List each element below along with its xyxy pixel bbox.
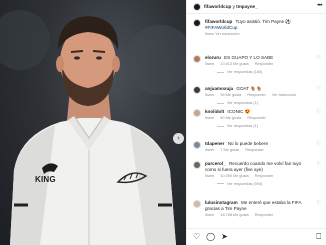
comment-age: 5sem [205, 93, 215, 98]
comment-item: anjuamoxuja GOAT 🐐🐐 5sem 39 Me gusta Res… [193, 86, 321, 105]
share-icon[interactable]: ➤ [221, 233, 228, 241]
comment-avatar[interactable] [193, 161, 201, 169]
comment-text: ES GUAPO Y LO SABE [224, 55, 274, 60]
comment-item: lulusinstagram Me enteré que estaba la F… [193, 200, 321, 217]
comment-likes[interactable]: 80 Me gusta [220, 116, 241, 120]
caption-meta: 5sem Ver traducción [205, 31, 240, 36]
comment-avatar[interactable] [193, 109, 201, 117]
comment-item: parcerol_ Recuerdo cuando me volví fan t… [193, 161, 321, 186]
reply-link[interactable]: Responder [255, 62, 274, 66]
comment-age: 5sem [205, 116, 215, 121]
comment-text: No lo puede bebere [227, 141, 269, 146]
comment-likes[interactable]: 10.513 Me gusta [220, 62, 248, 66]
more-options-icon[interactable]: ••• [317, 3, 322, 9]
comment-likes[interactable]: 7 Me gusta [220, 148, 239, 152]
comment-age: 5sem [205, 212, 215, 217]
heart-icon[interactable]: ♡ [317, 87, 321, 92]
reply-link[interactable]: Responder [247, 116, 266, 120]
post-caption: fifaworldcup Tuyo asistió. Tim Payne ⚽ #… [193, 19, 321, 36]
view-replies-link[interactable]: Ver respuestas (1) [217, 124, 313, 128]
reply-link[interactable]: Responder [245, 148, 264, 152]
author-connector: y [232, 4, 235, 9]
view-replies-link[interactable]: Ver respuestas (1) [217, 101, 313, 105]
comment-item: tdapener No lo puede bebere 4sem 7 Me gu… [193, 141, 321, 152]
post-collaborator[interactable]: tmpayne_ [236, 4, 257, 9]
author-avatar[interactable] [193, 2, 201, 11]
comment-item: knolidolt ICONIC 😍 5sem 80 Me gusta Resp… [193, 109, 321, 128]
reply-link[interactable]: Responder [247, 93, 266, 97]
heart-icon[interactable]: ♡ [317, 162, 321, 167]
comment-user[interactable]: lulusinstagram [205, 200, 238, 205]
comment-user[interactable]: anjuamoxuja [205, 86, 233, 91]
comment-user[interactable]: knolidolt [205, 109, 224, 114]
shirt-brand-text: KING [35, 175, 56, 184]
comment-user[interactable]: parcerol_ [205, 161, 226, 166]
reply-link[interactable]: Responder [255, 174, 274, 178]
post-author-line: fifaworldcup y tmpayne_ [204, 4, 258, 9]
comment-meta: 5sem 80 Me gusta Responder [205, 116, 313, 120]
comment-item: eloruru ES GUAPO Y LO SABE 5sem 10.513 M… [193, 55, 321, 74]
post-author[interactable]: fifaworldcup [204, 4, 231, 9]
caption-hashtag[interactable]: #FIFAWorldCup [205, 25, 313, 31]
comment-text: GOAT 🐐🐐 [236, 86, 262, 91]
comment-meta: 5sem 39 Me gusta Responder Ver traducció… [205, 93, 313, 97]
caption-text: Tuyo asistió. Tim Payne ⚽ [235, 19, 292, 24]
comment-text: ICONIC 😍 [227, 109, 251, 114]
comment-meta: 4sem 7 Me gusta Responder [205, 148, 313, 152]
post-header: fifaworldcup y tmpayne_ ••• [187, 0, 326, 14]
comment-meta: 5sem 10.513 Me gusta Responder [205, 62, 313, 66]
comments-panel: fifaworldcup y tmpayne_ ••• fifaworldcup… [186, 0, 326, 245]
comment-likes[interactable]: 39 Me gusta [220, 93, 241, 97]
comment-age: 5sem [205, 62, 215, 67]
comment-user[interactable]: eloruru [205, 55, 221, 60]
comment-avatar[interactable] [193, 55, 201, 63]
comment-avatar[interactable] [193, 86, 201, 94]
comment-age: 5sem [205, 173, 215, 178]
heart-icon[interactable]: ♡ [317, 110, 321, 115]
view-replies-link[interactable]: Ver respuestas (180) [217, 70, 313, 74]
comment-meta: 5sem 18.768 Me gusta Responder [205, 213, 313, 217]
post-actions: ♡ ◯ ➤ ⎕ [187, 228, 326, 245]
heart-icon[interactable]: ♡ [317, 56, 321, 61]
player-illustration [0, 10, 186, 245]
reply-link[interactable]: Responder [255, 213, 274, 217]
comment-age: 4sem [205, 148, 215, 153]
post-photo: KING › [0, 0, 186, 245]
heart-icon[interactable]: ♡ [193, 233, 200, 241]
comment-likes[interactable]: 18.768 Me gusta [220, 213, 248, 217]
heart-icon[interactable]: ♡ [317, 201, 321, 206]
view-replies-link[interactable]: Ver respuestas (594) [217, 182, 313, 186]
caption-avatar[interactable] [193, 19, 201, 27]
comment-user[interactable]: tdapener [205, 141, 224, 146]
comment-icon[interactable]: ◯ [206, 233, 215, 241]
translate-link[interactable]: Ver traducción [272, 93, 296, 97]
comment-likes[interactable]: 10.090 Me gusta [220, 174, 248, 178]
comment-meta: 5sem 10.090 Me gusta Responder [205, 174, 313, 178]
comment-avatar[interactable] [193, 141, 201, 149]
bookmark-icon[interactable]: ⎕ [316, 233, 321, 241]
heart-icon[interactable]: ♡ [317, 142, 321, 147]
chevron-right-icon[interactable]: › [173, 133, 184, 144]
caption-user[interactable]: fifaworldcup [205, 19, 232, 24]
comment-avatar[interactable] [193, 200, 201, 208]
